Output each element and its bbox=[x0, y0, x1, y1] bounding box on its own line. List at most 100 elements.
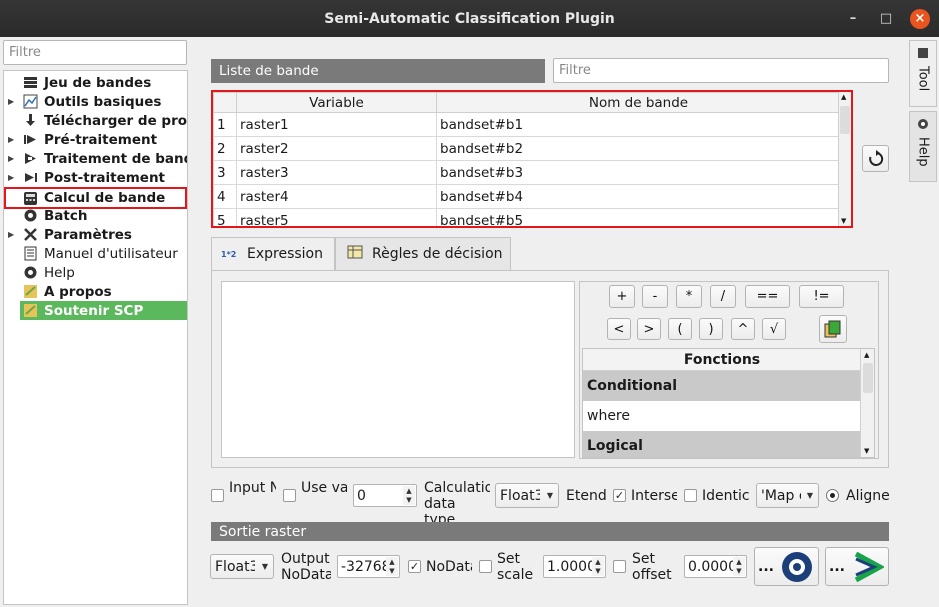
band-list-filter-input[interactable]: Filtre bbox=[553, 58, 889, 83]
operator-open-paren-button[interactable]: ( bbox=[668, 318, 692, 340]
map-extent-combo[interactable]: 'Map extent' ▼ bbox=[756, 483, 819, 508]
decision-rules-icon bbox=[347, 245, 363, 263]
output-type-combo[interactable]: Float32 ▼ bbox=[210, 554, 274, 579]
side-tab-tool-label: Tool bbox=[915, 66, 931, 92]
tree-item-parametres[interactable]: ▶ Paramètres bbox=[4, 225, 187, 244]
operator-divide-button[interactable]: / bbox=[710, 285, 736, 308]
refresh-icon bbox=[868, 149, 883, 166]
table-row[interactable]: 2 raster2 bandset#b2 bbox=[213, 136, 841, 161]
scroll-down-icon[interactable]: ▼ bbox=[841, 217, 846, 225]
column-header-band-name[interactable]: Nom de bande bbox=[436, 92, 841, 113]
output-nodata-spinbox[interactable]: -32768 ▲ ▼ bbox=[337, 555, 400, 578]
calc-type-combo[interactable]: Float32 ▼ bbox=[495, 483, 559, 508]
nodata-value-spinbox[interactable]: 0 ▲ ▼ bbox=[353, 484, 417, 507]
operator-greater-button[interactable]: > bbox=[637, 318, 661, 340]
operator-sqrt-button[interactable]: √ bbox=[762, 318, 786, 340]
row-number: 1 bbox=[213, 112, 237, 137]
run-button[interactable]: ... bbox=[825, 547, 889, 586]
refresh-button[interactable] bbox=[862, 145, 889, 172]
side-tab-tool[interactable]: Tool bbox=[909, 40, 937, 107]
intersection-checkbox[interactable]: ✓ bbox=[613, 489, 626, 502]
band-name-cell[interactable]: bandset#b1 bbox=[436, 112, 841, 137]
scroll-down-icon[interactable]: ▼ bbox=[864, 447, 869, 455]
tree-item-post-traitement[interactable]: ▶ Post-traitement bbox=[4, 168, 187, 187]
tree-item-label: Batch bbox=[44, 207, 88, 224]
tree-item-batch[interactable]: Batch bbox=[4, 206, 187, 225]
operator-close-paren-button[interactable]: ) bbox=[699, 318, 723, 340]
output-raster-header: Sortie raster bbox=[211, 522, 889, 541]
set-scale-checkbox[interactable] bbox=[479, 560, 492, 573]
tree-item-manuel[interactable]: Manuel d'utilisateur bbox=[4, 244, 187, 263]
tree-item-outils-basiques[interactable]: ▶ Outils basiques bbox=[4, 92, 187, 111]
operator-not-equal-button[interactable]: != bbox=[799, 285, 844, 308]
tree-item-a-propos[interactable]: A propos bbox=[4, 282, 187, 301]
table-row[interactable]: 1 raster1 bandset#b1 bbox=[213, 112, 841, 137]
function-group-conditional[interactable]: Conditional bbox=[583, 371, 861, 401]
tree-item-jeu-de-bandes[interactable]: Jeu de bandes bbox=[4, 73, 187, 92]
expand-arrow-icon[interactable]: ▶ bbox=[8, 173, 14, 182]
expand-arrow-icon[interactable]: ▶ bbox=[8, 135, 14, 144]
variable-cell[interactable]: raster5 bbox=[236, 208, 437, 226]
close-button[interactable]: × bbox=[910, 9, 930, 29]
spin-arrows[interactable]: ▲ ▼ bbox=[733, 557, 745, 576]
variable-cell[interactable]: raster2 bbox=[236, 136, 437, 161]
operator-power-button[interactable]: ^ bbox=[731, 318, 755, 340]
operator-plus-button[interactable]: + bbox=[609, 285, 635, 308]
table-row[interactable]: 5 raster5 bandset#b5 bbox=[213, 208, 841, 226]
scroll-up-icon[interactable]: ▲ bbox=[841, 93, 846, 101]
scale-spinbox[interactable]: 1.0000 ▲ ▼ bbox=[543, 555, 606, 578]
expression-textarea[interactable] bbox=[221, 281, 575, 458]
calculate-button[interactable]: ... bbox=[754, 547, 819, 586]
variable-cell[interactable]: raster1 bbox=[236, 112, 437, 137]
scroll-up-icon[interactable]: ▲ bbox=[864, 351, 869, 359]
align-radio[interactable] bbox=[826, 489, 839, 502]
sidebar-filter-input[interactable]: Filtre bbox=[3, 40, 187, 65]
operator-minus-button[interactable]: - bbox=[642, 285, 668, 308]
functions-scrollbar[interactable]: ▲ ▼ bbox=[860, 349, 874, 457]
side-tab-help[interactable]: Help bbox=[909, 111, 937, 182]
spin-arrows[interactable]: ▲ ▼ bbox=[592, 557, 604, 576]
nodata-checkbox[interactable]: ✓ bbox=[408, 560, 421, 573]
tree-item-soutenir-scp[interactable]: Soutenir SCP bbox=[20, 301, 187, 320]
band-name-cell[interactable]: bandset#b4 bbox=[436, 184, 841, 209]
band-name-cell[interactable]: bandset#b2 bbox=[436, 136, 841, 161]
operator-less-button[interactable]: < bbox=[607, 318, 631, 340]
scroll-thumb[interactable] bbox=[863, 363, 873, 393]
spin-arrows[interactable]: ▲ ▼ bbox=[403, 486, 415, 505]
minimize-button[interactable]: – bbox=[843, 9, 863, 29]
identical-checkbox[interactable] bbox=[684, 489, 697, 502]
tab-expression[interactable]: 1*2 Expression bbox=[211, 237, 335, 270]
tree-item-help[interactable]: Help bbox=[4, 263, 187, 282]
expand-arrow-icon[interactable]: ▶ bbox=[8, 154, 14, 163]
table-scrollbar[interactable]: ▲ ▼ bbox=[838, 92, 851, 226]
band-name-cell[interactable]: bandset#b5 bbox=[436, 208, 841, 226]
table-row[interactable]: 3 raster3 bandset#b3 bbox=[213, 160, 841, 185]
column-header-variable[interactable]: Variable bbox=[236, 92, 437, 113]
function-group-logical[interactable]: Logical bbox=[583, 431, 861, 457]
variable-cell[interactable]: raster3 bbox=[236, 160, 437, 185]
tab-decision-rules[interactable]: Règles de décision bbox=[335, 237, 511, 270]
operator-equal-button[interactable]: == bbox=[745, 285, 790, 308]
side-tab-help-label: Help bbox=[915, 137, 931, 167]
scroll-thumb[interactable] bbox=[840, 106, 850, 134]
variable-cell[interactable]: raster4 bbox=[236, 184, 437, 209]
set-offset-label: Set offset bbox=[632, 551, 672, 583]
maximize-button[interactable]: □ bbox=[876, 9, 896, 29]
tree-item-pre-traitement[interactable]: ▶ Pré-traitement bbox=[4, 130, 187, 149]
expand-arrow-icon[interactable]: ▶ bbox=[8, 97, 14, 106]
band-name-cell[interactable]: bandset#b3 bbox=[436, 160, 841, 185]
operator-multiply-button[interactable]: * bbox=[676, 285, 702, 308]
expand-arrow-icon[interactable]: ▶ bbox=[8, 230, 14, 239]
function-item-where[interactable]: where bbox=[583, 401, 861, 431]
offset-spinbox[interactable]: 0.0000 ▲ ▼ bbox=[684, 555, 747, 578]
tree-item-label: Manuel d'utilisateur bbox=[44, 245, 178, 262]
input-nodata-checkbox[interactable] bbox=[211, 489, 224, 502]
set-offset-checkbox[interactable] bbox=[613, 560, 626, 573]
radio-dot bbox=[830, 493, 835, 498]
copy-expression-button[interactable] bbox=[819, 315, 847, 343]
table-row[interactable]: 4 raster4 bandset#b4 bbox=[213, 184, 841, 209]
spin-arrows[interactable]: ▲ ▼ bbox=[386, 557, 398, 576]
tree-item-traitement-de-bande[interactable]: ▶ Traitement de bande bbox=[4, 149, 187, 168]
tree-item-telecharger[interactable]: Télécharger de produits bbox=[4, 111, 187, 130]
use-value-nodata-checkbox[interactable] bbox=[283, 489, 296, 502]
